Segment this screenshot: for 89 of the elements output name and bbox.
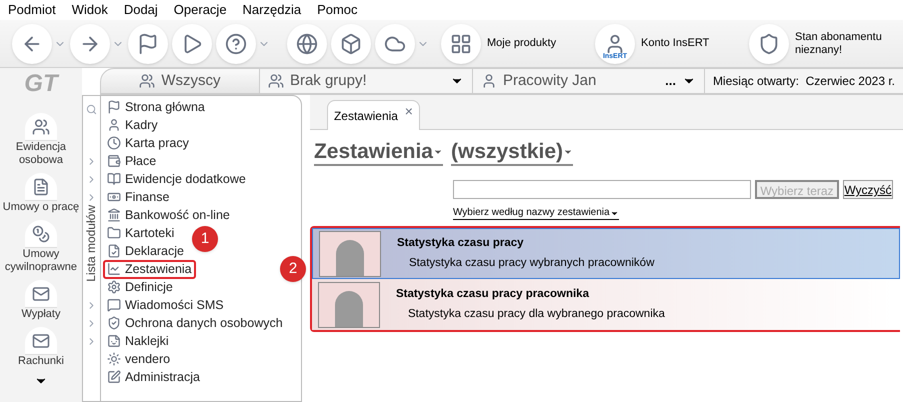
heading-dropdown[interactable]: Zestawienia xyxy=(314,140,443,166)
menu-item[interactable]: Operacje xyxy=(174,0,227,20)
toolbar-button[interactable] xyxy=(287,24,327,64)
toolbar-button[interactable] xyxy=(12,24,66,64)
edit-icon xyxy=(106,370,121,384)
module-item[interactable]: Finanse xyxy=(102,188,174,206)
search-field[interactable] xyxy=(452,180,751,199)
module-item[interactable]: Deklaracje xyxy=(102,242,188,260)
sidebar-item[interactable]: Ewidencja osobowa xyxy=(0,113,81,167)
module-item[interactable]: Administracja xyxy=(102,368,204,386)
module-item[interactable]: Strona główna xyxy=(102,98,209,116)
flag-icon xyxy=(137,32,159,54)
toolbar-button[interactable] xyxy=(172,24,212,64)
open-month-label: Miesiąc otwarty: Czerwiec 2023 r. xyxy=(704,68,903,94)
module-item[interactable]: Naklejki xyxy=(102,332,173,350)
person-avatar xyxy=(318,230,381,276)
message-icon xyxy=(106,298,121,312)
help-icon xyxy=(225,32,247,54)
module-item[interactable]: Ewidencje dodatkowe xyxy=(102,170,250,188)
module-item[interactable]: Wiadomości SMS xyxy=(102,296,228,314)
sidebar-item[interactable]: Wypłaty xyxy=(0,280,81,321)
gear-icon xyxy=(106,280,121,294)
menu-item[interactable]: Widok xyxy=(72,0,108,20)
clear-button[interactable]: Wyczyść xyxy=(842,180,893,199)
report-description: Statystyka czasu pracy dla wybranego pracownika xyxy=(408,306,665,322)
envelope-icon xyxy=(32,284,50,302)
sidebar-item[interactable]: Umowy cywilnoprawne xyxy=(0,220,81,274)
report-title: Statystyka czasu pracy pracownika xyxy=(396,287,590,302)
sticker-icon xyxy=(106,334,121,348)
sort-link[interactable]: Wybierz według nazwy zestawienia xyxy=(452,207,619,220)
chart-icon xyxy=(106,262,121,276)
module-item[interactable]: Kartoteki xyxy=(102,224,178,242)
bank-icon xyxy=(106,208,121,222)
document-icon xyxy=(106,244,121,258)
people-icon xyxy=(32,118,50,136)
menu-item[interactable]: Narzędzia xyxy=(242,0,302,20)
module-item[interactable]: Definicje xyxy=(102,278,177,296)
person-icon xyxy=(106,118,121,132)
people-icon xyxy=(268,73,284,89)
clock-icon xyxy=(106,136,121,150)
person-avatar xyxy=(318,282,380,328)
shield-icon xyxy=(758,32,780,54)
module-item[interactable]: Kadry xyxy=(102,116,162,134)
menu-item[interactable]: Pomoc xyxy=(317,0,358,20)
people-icon xyxy=(139,73,156,89)
report-description: Statystyka czasu pracy wybranych pracowników xyxy=(408,256,654,270)
content-tab[interactable]: Zestawienia × xyxy=(326,100,420,130)
sun-icon xyxy=(106,352,121,366)
close-icon[interactable]: × xyxy=(404,101,413,122)
sidebar-item[interactable]: Rachunki xyxy=(0,327,81,368)
module-item[interactable]: vendero xyxy=(102,350,174,368)
module-item[interactable]: Karta pracy xyxy=(102,134,193,152)
book-icon xyxy=(106,172,121,186)
more-label: ... xyxy=(665,72,676,90)
search-icon xyxy=(86,104,97,115)
filter-dropdown[interactable]: (wszystkie) xyxy=(451,140,574,166)
document-icon xyxy=(32,178,50,196)
sidebar-item[interactable]: Umowy o pracę xyxy=(0,173,81,214)
group-dropdown[interactable]: Brak grupy! xyxy=(260,68,473,94)
report-row[interactable]: Statystyka czasu pracy Statystyka czasu pracy wybranych pracowników xyxy=(312,228,900,279)
wallet-icon xyxy=(106,154,121,168)
toolbar-button[interactable]: Stan abonamentu nieznany! xyxy=(749,24,891,64)
module-item[interactable]: Ochrona danych osobowych xyxy=(102,314,287,332)
toolbar-button[interactable] xyxy=(331,24,371,64)
toolbar-button[interactable] xyxy=(375,24,429,64)
group-tab[interactable]: Wszyscy xyxy=(100,68,260,94)
module-item[interactable]: Bankowość on-line xyxy=(102,206,234,224)
menu-item[interactable]: Podmiot xyxy=(8,0,56,20)
person-icon xyxy=(480,73,497,89)
toolbar-button[interactable] xyxy=(70,24,124,64)
flag-icon xyxy=(106,100,121,114)
toolbar-button[interactable] xyxy=(128,24,168,64)
envelope-icon xyxy=(32,332,50,350)
coins-icon xyxy=(32,224,50,242)
logo: GT xyxy=(24,70,58,97)
menu-item[interactable]: Dodaj xyxy=(124,0,158,20)
toolbar-button[interactable]: Moje produkty xyxy=(441,24,583,64)
shield-icon xyxy=(106,316,121,330)
toolbar-button[interactable] xyxy=(216,24,270,64)
tiles-icon xyxy=(450,32,472,54)
module-item[interactable]: Płace xyxy=(102,152,160,170)
cube-icon xyxy=(340,32,362,54)
module-list-title: Lista modułów xyxy=(83,205,100,282)
folder-icon xyxy=(106,226,121,240)
banknote-icon xyxy=(106,190,121,204)
report-title: Statystyka czasu pracy xyxy=(396,236,525,252)
module-item[interactable]: Zestawienia xyxy=(102,260,196,278)
employee-dropdown[interactable]: Pracowity Jan ... xyxy=(472,68,705,94)
globe-icon xyxy=(296,32,318,54)
